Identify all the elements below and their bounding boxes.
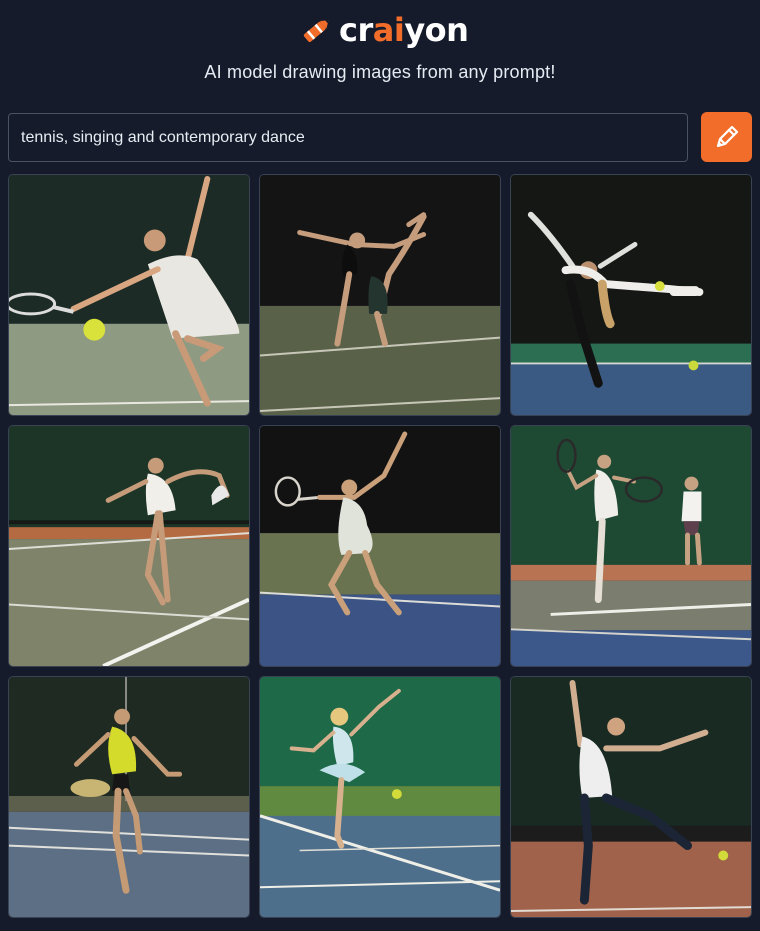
two-dancers-image [260, 175, 500, 415]
draw-button[interactable] [701, 112, 752, 162]
dancer-reaching-image [260, 426, 500, 666]
two-players-image [511, 426, 751, 666]
dancer-with-yellow-top-image [9, 677, 249, 917]
dancer-arm-raised-image [511, 677, 751, 917]
dancer-on-clay-court-image [9, 426, 249, 666]
logo-wordmark: craiyon [339, 11, 469, 49]
leaping-dancer-image [511, 175, 751, 415]
result-image-8[interactable] [259, 676, 501, 918]
prompt-input[interactable] [21, 128, 675, 147]
result-image-3[interactable] [510, 174, 752, 416]
header: craiyon AI model drawing images from any… [0, 0, 760, 100]
result-image-9[interactable] [510, 676, 752, 918]
dancer-blue-dress-image [260, 677, 500, 917]
result-image-1[interactable] [8, 174, 250, 416]
result-image-4[interactable] [8, 425, 250, 667]
result-image-6[interactable] [510, 425, 752, 667]
result-image-5[interactable] [259, 425, 501, 667]
tagline: AI model drawing images from any prompt! [204, 62, 556, 82]
craiyon-logo[interactable]: craiyon [299, 10, 469, 50]
dancer-with-racket-image [9, 175, 249, 415]
crayon-logo-icon [303, 20, 329, 43]
result-image-7[interactable] [8, 676, 250, 918]
prompt-field-wrapper[interactable] [8, 113, 688, 162]
pencil-icon [716, 125, 738, 148]
results-grid [8, 174, 752, 918]
result-image-2[interactable] [259, 174, 501, 416]
